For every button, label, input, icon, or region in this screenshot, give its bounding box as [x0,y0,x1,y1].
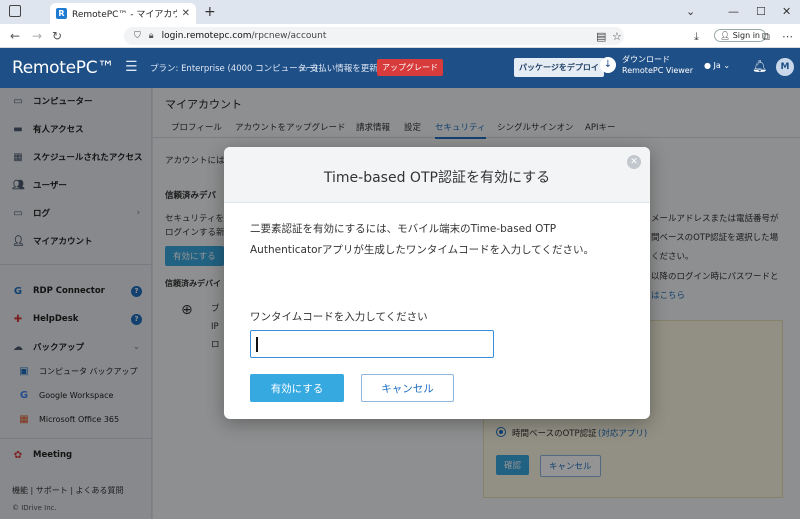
remotepc-favicon-icon: R [56,8,67,19]
otp-modal: Time-based OTP認証を有効にする ✕ 二要素認証を有効にするには、モ… [224,147,650,419]
site-settings-icon[interactable]: ⛉ [134,31,141,41]
modal-header: Time-based OTP認証を有効にする ✕ [224,147,650,203]
upgrade-button[interactable]: アップグレード [377,59,443,76]
download-label: ダウンロード [622,55,670,64]
browser-tab[interactable]: R RemotePC™ - マイアカウント-セ ✕ [50,3,196,24]
sign-in-label: Sign in [732,31,760,40]
reload-icon[interactable]: ↻ [52,29,62,43]
url-field[interactable]: ⛉ 🔒︎ login.remotepc.com/rpcnew/account [124,27,624,45]
back-icon[interactable]: ← [10,29,20,43]
menu-dots-icon[interactable]: ⋯ [782,30,793,43]
window-close-icon[interactable]: ✕ [782,5,791,18]
download-viewer-button[interactable]: ↓ ダウンロード RemotePC Viewer [600,54,693,76]
plan-label: プラン: Enterprise (4000 コンピューター) [150,64,318,74]
enable-button[interactable]: 有効にする [250,374,344,402]
minimize-icon[interactable]: — [728,5,739,18]
lock-icon: 🔒︎ [148,31,154,41]
new-tab-icon[interactable]: + [204,4,216,20]
downloads-icon[interactable]: ⤓ [694,30,699,44]
sign-in-button[interactable]: 👤︎ Sign in [714,29,766,42]
maximize-icon[interactable]: ☐ [756,5,766,18]
otp-code-input[interactable] [250,330,494,358]
url-path: /rpcnew/account [251,31,327,41]
url-domain: login.remotepc.com [161,31,252,41]
download-icon: ↓ [600,57,616,73]
close-tab-icon[interactable]: ✕ [182,8,190,19]
forward-icon[interactable]: → [32,29,42,43]
favorite-star-icon[interactable]: ☆ [612,30,622,43]
language-label: Ja [713,61,721,70]
chevron-down-icon[interactable]: ⌄ [686,5,695,18]
browser-tab-title: RemotePC™ - マイアカウント-セ [72,10,177,20]
app-header: RemotePC™ ☰ プラン: Enterprise (4000 コンピュータ… [0,48,800,88]
browser-tab-bar: R RemotePC™ - マイアカウント-セ ✕ + ⌄ — ☐ ✕ [0,0,800,24]
reader-icon[interactable]: ▤ [596,30,606,43]
notification-bell-icon[interactable]: 🔔︎ [752,59,767,73]
update-payment-label: 支払い情報を更新 [309,64,378,74]
otp-code-label: ワンタイムコードを入力してください [250,311,428,323]
tab-manager-icon[interactable] [9,5,21,17]
remotepc-logo[interactable]: RemotePC™ [12,58,114,78]
address-bar: ← → ↻ ⛉ 🔒︎ login.remotepc.com/rpcnew/acc… [0,24,800,48]
modal-title: Time-based OTP認証を有効にする [323,170,551,186]
deploy-package-button[interactable]: パッケージをデプロイ [514,58,604,77]
avatar[interactable]: M [776,58,794,76]
cancel-button[interactable]: キャンセル [361,374,454,402]
language-selector[interactable]: ● Ja ⌄ [704,61,730,70]
text-cursor [256,337,258,352]
viewer-label: RemotePC Viewer [622,66,694,75]
update-payment-link[interactable]: ▭ 支払い情報を更新 [299,62,378,74]
modal-description: 二要素認証を有効にするには、モバイル端末のTime-based OTP Auth… [250,223,594,256]
extensions-icon[interactable]: ⧉ [762,30,770,44]
close-icon[interactable]: ✕ [627,155,641,169]
hamburger-menu-icon[interactable]: ☰ [125,59,138,75]
